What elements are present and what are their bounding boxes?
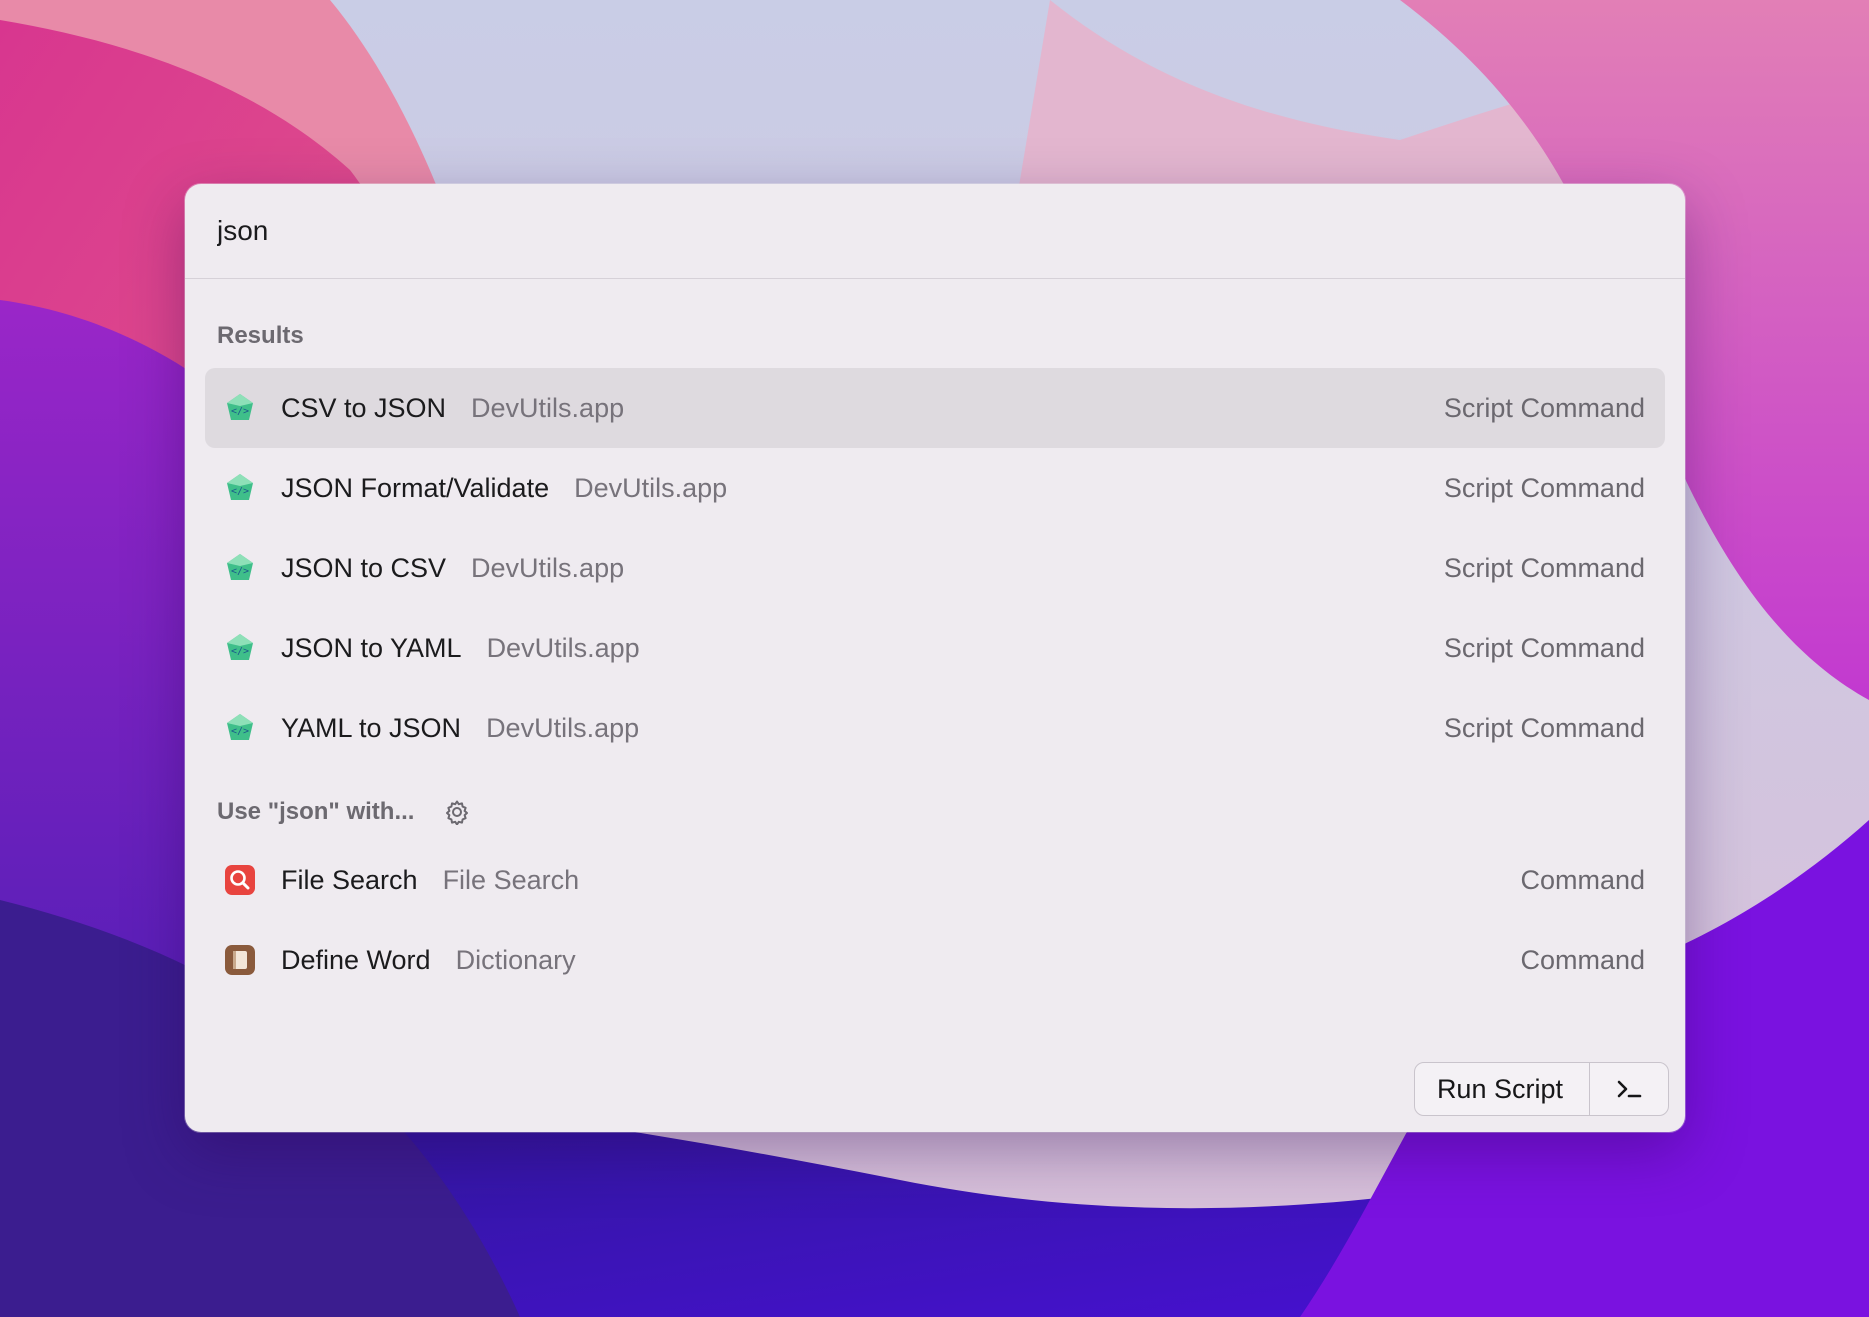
fallback-title: File Search [281, 864, 418, 895]
result-title: JSON to YAML [281, 632, 462, 663]
result-subtitle: DevUtils.app [471, 552, 625, 583]
result-subtitle: DevUtils.app [471, 392, 625, 423]
dictionary-icon [225, 945, 255, 975]
result-title: JSON to CSV [281, 552, 447, 583]
fallback-title: Define Word [281, 944, 431, 975]
terminal-button[interactable] [1590, 1063, 1668, 1115]
fallback-item[interactable]: Define Word Dictionary Command [205, 920, 1665, 1000]
result-kind: Script Command [1443, 392, 1645, 423]
devutils-icon: </> [227, 474, 253, 500]
result-kind: Script Command [1443, 472, 1645, 503]
fallback-kind: Command [1520, 864, 1645, 895]
result-kind: Script Command [1443, 632, 1645, 663]
svg-text:</>: </> [231, 486, 249, 497]
result-subtitle: DevUtils.app [574, 472, 728, 503]
devutils-icon: </> [227, 554, 253, 580]
result-title: CSV to JSON [281, 392, 447, 423]
results-section-header: Results [217, 322, 304, 349]
result-title: JSON Format/Validate [281, 472, 550, 503]
result-kind: Script Command [1443, 552, 1645, 583]
gear-icon[interactable] [444, 799, 470, 825]
result-subtitle: DevUtils.app [486, 712, 640, 743]
result-item[interactable]: </> JSON to CSV DevUtils.app Script Comm… [205, 528, 1665, 608]
svg-text:</>: </> [231, 566, 249, 577]
fallback-item[interactable]: File Search File Search Command [205, 840, 1665, 920]
fallback-subtitle: Dictionary [455, 944, 576, 975]
result-title: YAML to JSON [281, 712, 462, 743]
result-item[interactable]: </> JSON Format/Validate DevUtils.app Sc… [205, 448, 1665, 528]
result-item[interactable]: </> CSV to JSON DevUtils.app Script Comm… [205, 368, 1665, 448]
terminal-icon [1617, 1080, 1642, 1098]
result-item[interactable]: </> YAML to JSON DevUtils.app Script Com… [205, 688, 1665, 768]
svg-text:</>: </> [231, 726, 249, 737]
search-input[interactable] [217, 206, 1637, 256]
file-search-icon [225, 865, 255, 895]
search-bar [185, 184, 1685, 279]
devutils-icon: </> [227, 394, 253, 420]
launcher-panel: Results </> CSV to JSON DevUtils.app Scr… [185, 184, 1685, 1132]
fallback-kind: Command [1520, 944, 1645, 975]
devutils-icon: </> [227, 634, 253, 660]
action-bar: Run Script [1413, 1062, 1669, 1116]
fallback-section-header: Use "json" with... [217, 794, 470, 830]
svg-text:</>: </> [231, 406, 249, 417]
svg-text:</>: </> [231, 646, 249, 657]
result-subtitle: DevUtils.app [486, 632, 640, 663]
fallback-subtitle: File Search [442, 864, 580, 895]
result-item[interactable]: </> JSON to YAML DevUtils.app Script Com… [205, 608, 1665, 688]
run-script-button[interactable]: Run Script [1415, 1063, 1590, 1115]
fallback-section-label: Use "json" with... [217, 798, 415, 825]
devutils-icon: </> [227, 714, 253, 740]
result-kind: Script Command [1443, 712, 1645, 743]
